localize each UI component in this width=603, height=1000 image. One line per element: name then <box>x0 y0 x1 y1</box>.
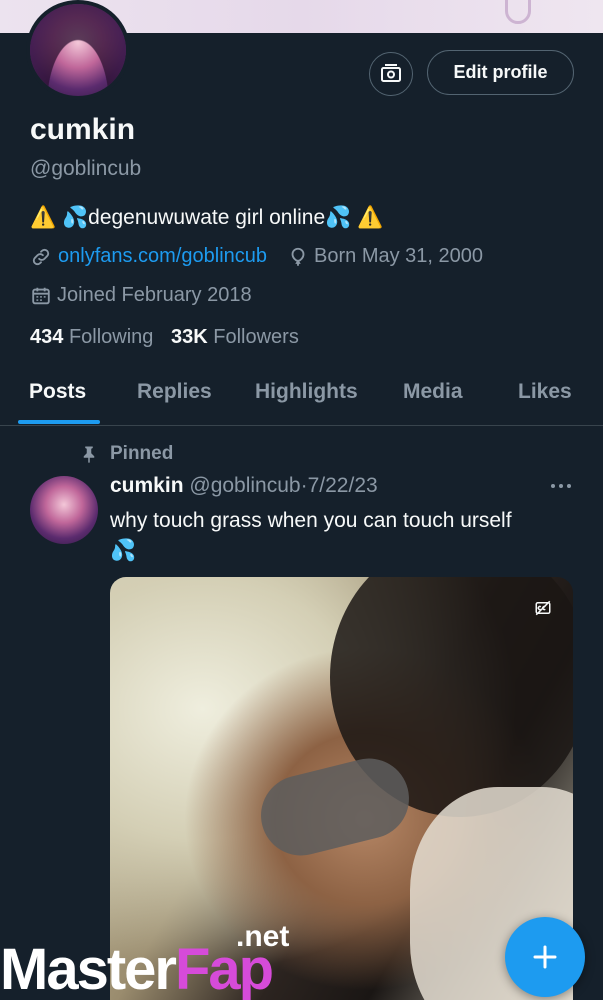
post-emoji: 💦 <box>110 539 137 562</box>
money-icon <box>381 64 401 82</box>
following-label: Following <box>68 326 154 348</box>
followers-label: Followers <box>213 326 299 348</box>
post-date[interactable]: 7/22/23 <box>308 474 378 497</box>
compose-post-button[interactable] <box>505 917 585 997</box>
joined-text: Joined February 2018 <box>57 284 252 306</box>
profile-bio: ⚠️ 💦degenuwuwate girl online💦 ⚠️ <box>30 206 383 230</box>
profile-avatar[interactable] <box>26 0 130 100</box>
balloon-icon <box>291 247 305 266</box>
avatar-photo-shade <box>30 4 126 96</box>
more-options-icon[interactable] <box>549 478 573 494</box>
media-gray-region <box>252 750 418 864</box>
tab-likes[interactable]: Likes <box>518 380 572 404</box>
profile-meta-row-2: Joined February 2018 <box>30 284 252 307</box>
tab-replies[interactable]: Replies <box>137 380 212 404</box>
tab-posts[interactable]: Posts <box>29 380 86 404</box>
tab-media[interactable]: Media <box>403 380 463 404</box>
link-icon <box>32 248 50 265</box>
post-body: why touch grass when you can touch ursel… <box>110 509 512 532</box>
profile-stats: 434 Following 33K Followers <box>30 326 299 349</box>
tab-highlights[interactable]: Highlights <box>255 380 358 404</box>
watermark-part-1: Master <box>0 937 177 1000</box>
post-author-avatar[interactable] <box>30 476 98 544</box>
pinned-label: Pinned <box>110 443 174 464</box>
watermark-text: MasterFap <box>0 936 274 1000</box>
plus-icon <box>533 945 557 969</box>
post-author-handle[interactable]: @goblincub <box>189 474 300 497</box>
profile-meta-row-1: onlyfans.com/goblincub Born May 31, 2000 <box>30 245 483 268</box>
bio-text: degenuwuwate girl online <box>88 206 326 229</box>
professional-tools-button[interactable] <box>369 52 413 96</box>
active-tab-indicator <box>18 420 100 424</box>
watermark-logo: MasterFap .net <box>0 920 310 1000</box>
website-link[interactable]: onlyfans.com/goblincub <box>58 245 267 268</box>
bio-suffix-emoji: 💦 ⚠️ <box>325 206 384 229</box>
edit-profile-button[interactable]: Edit profile <box>427 50 574 95</box>
profile-name: cumkin <box>30 113 136 146</box>
followers-count: 33K <box>170 326 208 348</box>
following-count: 434 <box>30 326 64 348</box>
profile-tabs: Posts Replies Highlights Media Likes <box>0 370 603 426</box>
calendar-icon <box>32 287 50 304</box>
followers-link[interactable]: 33K Followers <box>171 326 299 348</box>
captions-off-icon[interactable] <box>534 599 552 617</box>
profile-handle: @goblincub <box>30 157 142 180</box>
pin-icon <box>83 446 95 463</box>
banner-decoration <box>505 0 531 24</box>
birthday-text: Born May 31, 2000 <box>314 245 484 267</box>
pinned-indicator: Pinned <box>80 443 173 465</box>
bio-prefix-emoji: ⚠️ 💦 <box>30 206 89 229</box>
watermark-part-3: .net <box>236 920 290 953</box>
following-link[interactable]: 434 Following <box>30 326 153 348</box>
post-text: why touch grass when you can touch ursel… <box>110 506 580 566</box>
post-separator: · <box>300 474 308 497</box>
post-header: cumkin @goblincub·7/22/23 <box>110 474 378 498</box>
post-author-name[interactable]: cumkin <box>110 474 184 497</box>
